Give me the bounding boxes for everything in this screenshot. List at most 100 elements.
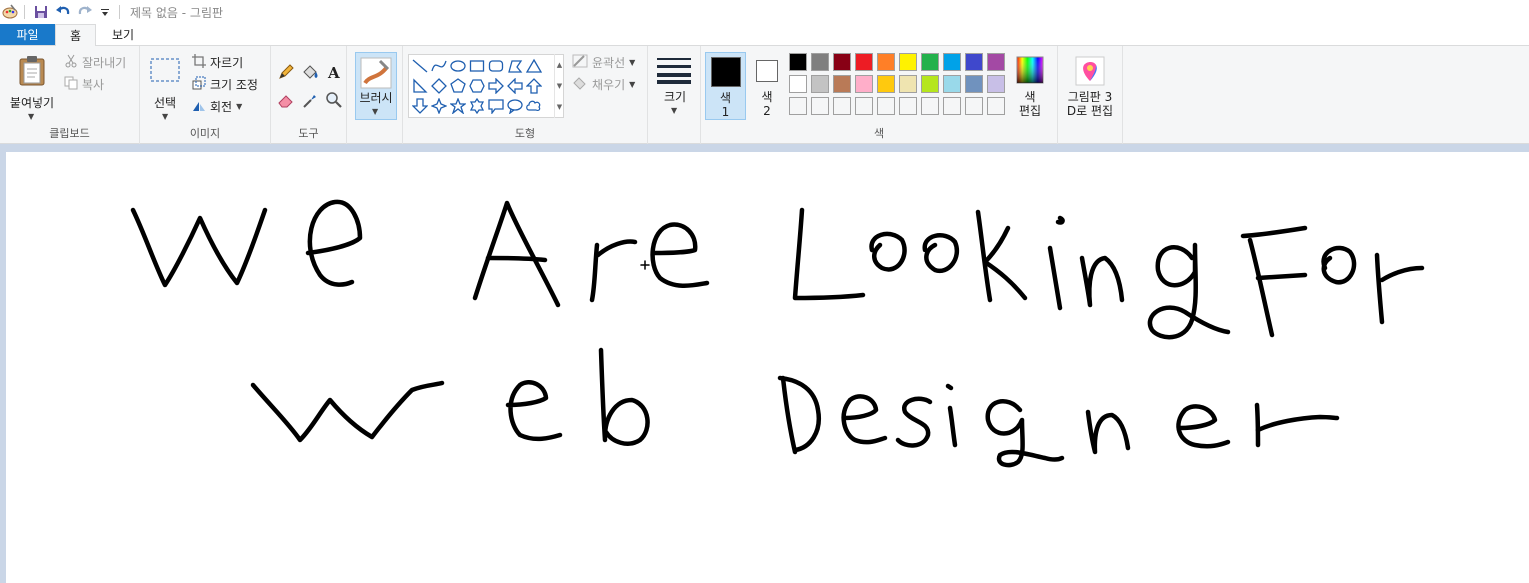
select-button[interactable]: 선택 ▼ <box>146 52 184 121</box>
copy-icon <box>64 76 78 93</box>
tab-file[interactable]: 파일 <box>0 24 55 45</box>
palette-color-swatch[interactable] <box>811 53 829 71</box>
stroke-r3-arm <box>1255 414 1340 433</box>
cut-button[interactable]: 잘라내기 <box>64 54 126 71</box>
stroke-e1 <box>305 199 363 287</box>
color-1-button[interactable]: 색 1 <box>705 52 746 120</box>
outline-label: 윤곽선 <box>592 56 626 70</box>
palette-color-swatch[interactable] <box>965 53 983 71</box>
customize-quick-access-icon[interactable] <box>97 4 113 20</box>
palette-color-swatch[interactable] <box>921 53 939 71</box>
palette-color-swatch[interactable] <box>943 75 961 93</box>
stroke-A-bar <box>485 255 548 263</box>
palette-color-swatch[interactable] <box>833 97 851 115</box>
eraser-icon[interactable] <box>276 90 296 110</box>
color-picker-icon[interactable] <box>300 90 320 110</box>
palette-color-swatch[interactable] <box>899 75 917 93</box>
text-tool-icon[interactable]: A <box>324 62 344 82</box>
palette-color-swatch[interactable] <box>943 53 961 71</box>
save-icon[interactable] <box>33 4 49 20</box>
drawing-canvas[interactable]: We Are Looking For web Designer <box>6 152 1529 583</box>
palette-color-swatch[interactable] <box>811 75 829 93</box>
outline-button[interactable]: 윤곽선 ▼ <box>572 54 635 71</box>
line-shape-icon[interactable] <box>411 57 429 75</box>
size-dropdown-icon: ▼ <box>671 106 678 115</box>
tab-view[interactable]: 보기 <box>96 24 150 45</box>
palette-color-swatch[interactable] <box>811 97 829 115</box>
triangle-shape-icon[interactable] <box>525 57 543 75</box>
palette-color-swatch[interactable] <box>921 75 939 93</box>
four-point-star-shape-icon[interactable] <box>430 97 448 115</box>
redo-icon[interactable] <box>77 4 93 20</box>
stroke-o2 <box>922 233 959 274</box>
up-arrow-shape-icon[interactable] <box>525 77 543 95</box>
palette-color-swatch[interactable] <box>965 75 983 93</box>
stroke-b <box>598 347 650 446</box>
palette-color-swatch[interactable] <box>899 53 917 71</box>
stroke-r1 <box>589 242 600 303</box>
palette-color-swatch[interactable] <box>789 75 807 93</box>
palette-color-swatch[interactable] <box>833 75 851 93</box>
crop-button[interactable]: 자르기 <box>192 54 243 71</box>
shapes-scroll[interactable]: ▲ ▼ ▼ <box>554 54 564 118</box>
edit-colors-button[interactable]: 색 편집 <box>1012 52 1048 120</box>
down-arrow-shape-icon[interactable] <box>411 97 429 115</box>
stroke-W <box>130 207 268 288</box>
pencil-icon[interactable] <box>276 62 296 82</box>
palette-color-swatch[interactable] <box>789 53 807 71</box>
paste-button[interactable]: 붙여넣기 ▼ <box>6 52 58 121</box>
rotate-button[interactable]: 회전 ▼ <box>192 98 242 115</box>
cloud-callout-shape-icon[interactable] <box>525 97 543 115</box>
brushes-button[interactable]: 브러시 ▼ <box>355 52 397 120</box>
oval-callout-shape-icon[interactable] <box>506 97 524 115</box>
diamond-shape-icon[interactable] <box>430 77 448 95</box>
hexagon-shape-icon[interactable] <box>468 77 486 95</box>
color-2-button[interactable]: 색 2 <box>750 52 786 120</box>
edit-with-paint3d-button[interactable]: 그림판 3 D로 편집 <box>1060 52 1120 122</box>
image-group: 선택 ▼ 자르기 크기 조정 회전 ▼ 이미지 <box>140 46 271 144</box>
left-arrow-shape-icon[interactable] <box>506 77 524 95</box>
magnifier-icon[interactable] <box>324 90 344 110</box>
palette-color-swatch[interactable] <box>877 97 895 115</box>
palette-color-swatch[interactable] <box>987 97 1005 115</box>
separator <box>24 5 25 19</box>
rectangular-callout-shape-icon[interactable] <box>487 97 505 115</box>
palette-color-swatch[interactable] <box>987 75 1005 93</box>
polygon-shape-icon[interactable] <box>506 57 524 75</box>
resize-button[interactable]: 크기 조정 <box>192 76 258 93</box>
oval-shape-icon[interactable] <box>449 57 467 75</box>
stroke-D <box>780 375 798 455</box>
palette-color-swatch[interactable] <box>877 53 895 71</box>
palette-color-swatch[interactable] <box>833 53 851 71</box>
palette-color-swatch[interactable] <box>921 97 939 115</box>
palette-color-swatch[interactable] <box>789 97 807 115</box>
palette-color-swatch[interactable] <box>987 53 1005 71</box>
tab-home[interactable]: 홈 <box>55 24 96 46</box>
scroll-down-icon[interactable]: ▼ <box>557 82 562 90</box>
palette-color-swatch[interactable] <box>965 97 983 115</box>
fill-bucket-icon[interactable] <box>300 62 320 82</box>
copy-button[interactable]: 복사 <box>64 76 104 93</box>
right-arrow-shape-icon[interactable] <box>487 77 505 95</box>
fill-button[interactable]: 채우기 ▼ <box>572 76 635 93</box>
rounded-rectangle-shape-icon[interactable] <box>487 57 505 75</box>
palette-color-swatch[interactable] <box>855 53 873 71</box>
paint-app-icon[interactable] <box>2 4 18 20</box>
curve-shape-icon[interactable] <box>430 57 448 75</box>
scroll-up-icon[interactable]: ▲ <box>557 61 562 69</box>
pentagon-shape-icon[interactable] <box>449 77 467 95</box>
palette-color-swatch[interactable] <box>943 97 961 115</box>
rectangle-shape-icon[interactable] <box>468 57 486 75</box>
undo-icon[interactable] <box>55 4 71 20</box>
six-point-star-shape-icon[interactable] <box>468 97 486 115</box>
stroke-F-stem <box>1247 237 1275 338</box>
fill-icon <box>572 76 588 93</box>
palette-color-swatch[interactable] <box>855 75 873 93</box>
palette-color-swatch[interactable] <box>855 97 873 115</box>
palette-color-swatch[interactable] <box>899 97 917 115</box>
gallery-expand-icon[interactable]: ▼ <box>557 103 562 111</box>
size-button[interactable]: 크기 ▼ <box>654 52 696 120</box>
palette-color-swatch[interactable] <box>877 75 895 93</box>
right-triangle-shape-icon[interactable] <box>411 77 429 95</box>
five-point-star-shape-icon[interactable] <box>449 97 467 115</box>
